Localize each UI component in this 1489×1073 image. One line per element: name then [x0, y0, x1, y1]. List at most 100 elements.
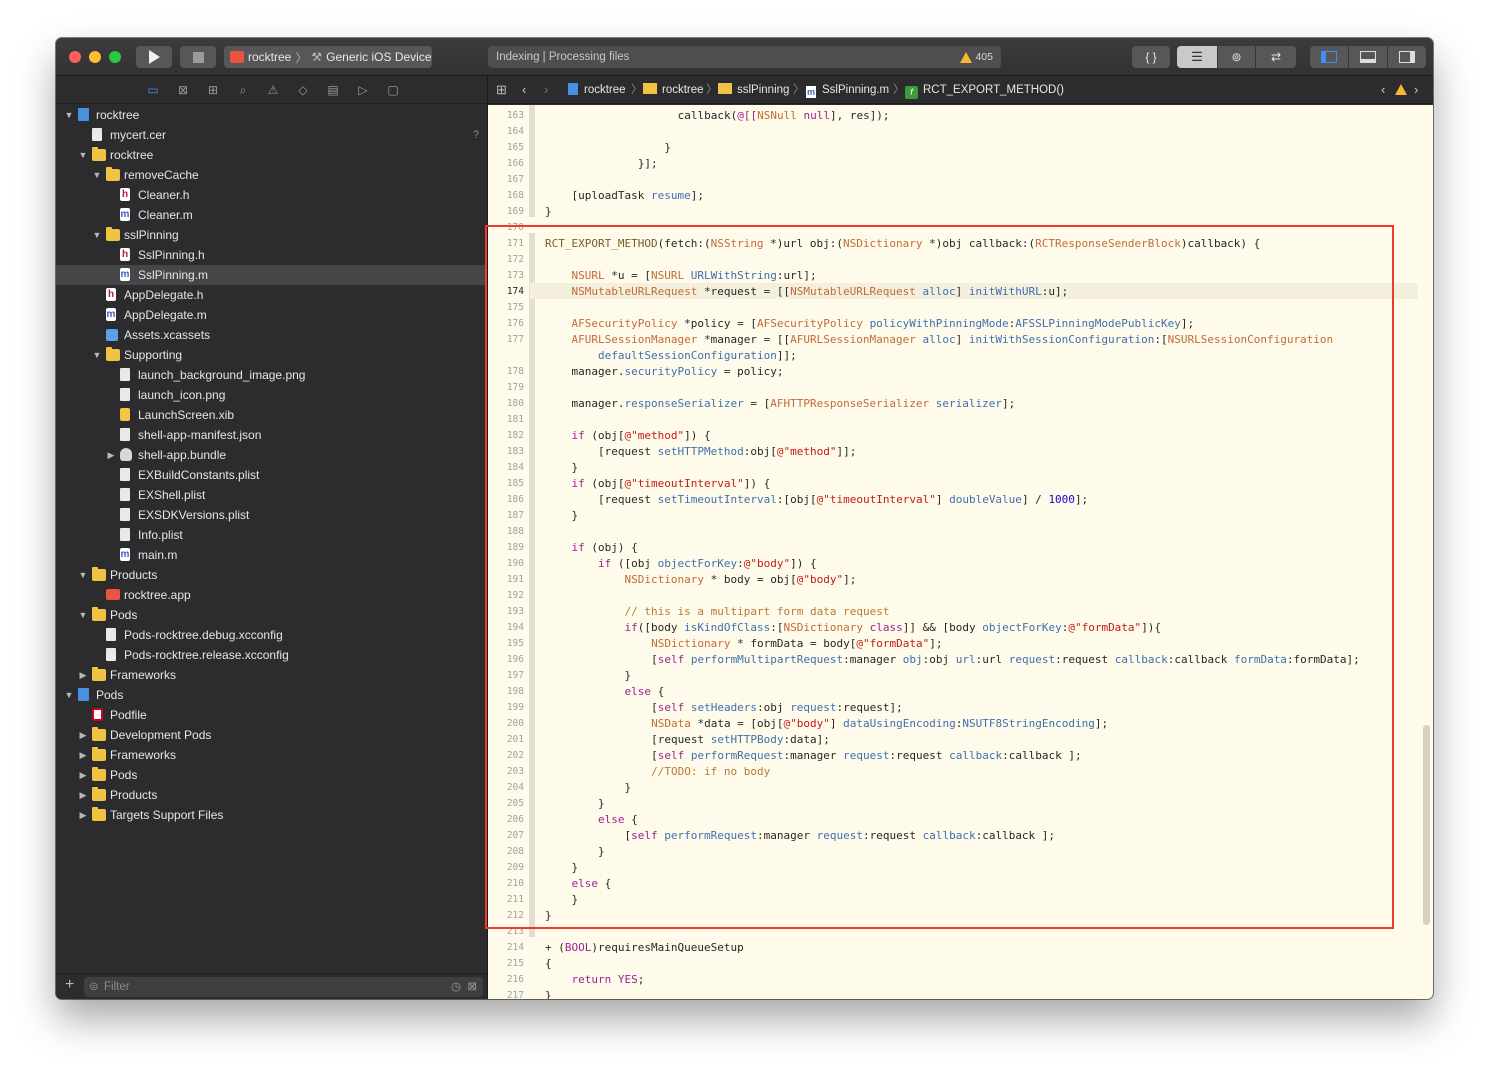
report-icon[interactable]: ▢	[386, 83, 400, 97]
warning-indicator[interactable]: 405	[960, 51, 993, 63]
code-line[interactable]: }	[545, 845, 605, 858]
warning-icon[interactable]	[1395, 84, 1407, 95]
vertical-scrollbar[interactable]	[1423, 725, 1430, 925]
close-window-button[interactable]	[69, 51, 81, 63]
recent-files-icon[interactable]: ◷	[451, 977, 461, 997]
disclosure-open-icon[interactable]: ▼	[78, 565, 88, 585]
run-button[interactable]	[136, 46, 172, 68]
code-line[interactable]: NSDictionary * formData = body[@"formDat…	[545, 637, 942, 650]
toggle-inspector-button[interactable]	[1388, 46, 1426, 68]
navigator-item[interactable]: ▶ Frameworks	[56, 745, 487, 765]
code-line[interactable]: NSMutableURLRequest *request = [[NSMutab…	[545, 285, 1069, 298]
code-line[interactable]: }	[545, 509, 579, 522]
navigator-item[interactable]: launch_background_image.png	[56, 365, 487, 385]
disclosure-closed-icon[interactable]: ▶	[78, 745, 88, 765]
code-line[interactable]: [self performRequest:manager request:req…	[545, 749, 1082, 762]
navigator-item[interactable]: ▼ sslPinning	[56, 225, 487, 245]
navigator-item[interactable]: Pods-rocktree.release.xcconfig	[56, 645, 487, 665]
disclosure-closed-icon[interactable]: ▶	[78, 765, 88, 785]
source-control-filter-icon[interactable]: ⊠	[467, 977, 477, 997]
code-line[interactable]: AFSecurityPolicy *policy = [AFSecurityPo…	[545, 317, 1195, 330]
code-line[interactable]: }	[545, 893, 579, 906]
related-items-icon[interactable]: ⊞	[496, 76, 507, 104]
code-line[interactable]: manager.securityPolicy = policy;	[545, 365, 784, 378]
navigator-item[interactable]: Info.plist	[56, 525, 487, 545]
navigator-item[interactable]: ▶ Products	[56, 785, 487, 805]
disclosure-open-icon[interactable]: ▼	[64, 685, 74, 705]
code-line[interactable]: }];	[545, 157, 658, 170]
stop-button[interactable]	[180, 46, 216, 68]
code-line[interactable]: else {	[545, 685, 665, 698]
code-line[interactable]: }	[545, 141, 671, 154]
symbol-icon[interactable]: ⊞	[206, 83, 220, 97]
navigator-item[interactable]: ▼ Products	[56, 565, 487, 585]
disclosure-open-icon[interactable]: ▼	[92, 345, 102, 365]
code-line[interactable]: if([body isKindOfClass:[NSDictionary cla…	[545, 621, 1162, 634]
disclosure-closed-icon[interactable]: ▶	[106, 445, 116, 465]
navigator-item[interactable]: ▼ Pods	[56, 685, 487, 705]
code-line[interactable]: RCT_EXPORT_METHOD(fetch:(NSString *)url …	[545, 237, 1260, 250]
navigator-item[interactable]: EXBuildConstants.plist	[56, 465, 487, 485]
code-line[interactable]: }	[545, 461, 579, 474]
previous-issue-icon[interactable]: ‹	[1381, 76, 1385, 104]
code-fold-ribbon[interactable]	[529, 233, 535, 937]
breadcrumb-group-rocktree[interactable]: rocktree	[643, 76, 704, 104]
code-line[interactable]: if ([obj objectForKey:@"body"]) {	[545, 557, 817, 570]
folder-icon[interactable]: ▭	[146, 83, 160, 97]
forward-arrow-icon[interactable]: ›	[544, 76, 548, 104]
code-line[interactable]: [self performRequest:manager request:req…	[545, 829, 1056, 842]
code-line[interactable]: [self setHeaders:obj request:request];	[545, 701, 903, 714]
navigator-item[interactable]: ▼ removeCache	[56, 165, 487, 185]
navigator-item[interactable]: ▶ shell-app.bundle	[56, 445, 487, 465]
debug-icon[interactable]: ▤	[326, 83, 340, 97]
issue-icon[interactable]: ⚠	[266, 83, 280, 97]
navigator-item[interactable]: EXShell.plist	[56, 485, 487, 505]
code-line[interactable]: NSURL *u = [NSURL URLWithString:url];	[545, 269, 817, 282]
code-line[interactable]: + (BOOL)requiresMainQueueSetup	[545, 941, 744, 954]
code-line[interactable]: else {	[545, 877, 612, 890]
navigator-item[interactable]: LaunchScreen.xib	[56, 405, 487, 425]
code-line[interactable]: if (obj) {	[545, 541, 638, 554]
disclosure-closed-icon[interactable]: ▶	[78, 725, 88, 745]
disclosure-closed-icon[interactable]: ▶	[78, 665, 88, 685]
code-line[interactable]: defaultSessionConfiguration]];	[545, 349, 797, 362]
breadcrumb-file[interactable]: m SslPinning.m	[806, 76, 889, 104]
add-icon[interactable]: +	[65, 976, 74, 994]
navigator-item[interactable]: Podfile	[56, 705, 487, 725]
code-line[interactable]: [request setHTTPMethod:obj[@"method"]];	[545, 445, 856, 458]
navigator-item[interactable]: m main.m	[56, 545, 487, 565]
navigator-item[interactable]: Assets.xcassets	[56, 325, 487, 345]
navigator-item[interactable]: mycert.cer?	[56, 125, 487, 145]
code-line[interactable]: [request setTimeoutInterval:[obj[@"timeo…	[545, 493, 1088, 506]
navigator-item[interactable]: EXSDKVersions.plist	[56, 505, 487, 525]
next-issue-icon[interactable]: ›	[1414, 76, 1418, 104]
code-line[interactable]: if (obj[@"timeoutInterval"]) {	[545, 477, 771, 490]
code-line[interactable]: [uploadTask resume];	[545, 189, 704, 202]
code-line[interactable]: }	[545, 205, 552, 218]
code-line[interactable]: else {	[545, 813, 638, 826]
navigator-item[interactable]: ▼ Supporting	[56, 345, 487, 365]
navigator-item[interactable]: shell-app-manifest.json	[56, 425, 487, 445]
disclosure-open-icon[interactable]: ▼	[78, 605, 88, 625]
toggle-navigator-button[interactable]	[1310, 46, 1348, 68]
code-line[interactable]: [request setHTTPBody:data];	[545, 733, 830, 746]
zoom-window-button[interactable]	[109, 51, 121, 63]
code-line[interactable]: }	[545, 861, 579, 874]
breadcrumb-group-sslpinning[interactable]: sslPinning	[718, 76, 789, 104]
code-line[interactable]: AFURLSessionManager *manager = [[AFURLSe…	[545, 333, 1334, 346]
code-line[interactable]: NSDictionary * body = obj[@"body"];	[545, 573, 857, 586]
code-line[interactable]: return YES;	[545, 973, 645, 986]
activity-viewer[interactable]: Indexing | Processing files 405	[488, 46, 1001, 68]
navigator-item[interactable]: ▼ rocktree	[56, 105, 487, 125]
search-icon[interactable]: ⌕	[236, 83, 250, 97]
code-line[interactable]: //TODO: if no body	[545, 765, 770, 778]
navigator-item[interactable]: h SslPinning.h	[56, 245, 487, 265]
source-control-icon[interactable]: ⊠	[176, 83, 190, 97]
library-button[interactable]: { }	[1132, 46, 1170, 68]
disclosure-open-icon[interactable]: ▼	[92, 225, 102, 245]
disclosure-open-icon[interactable]: ▼	[92, 165, 102, 185]
standard-editor-button[interactable]: ☰	[1177, 46, 1217, 68]
code-line[interactable]: callback(@[[NSNull null], res]);	[545, 109, 890, 122]
disclosure-open-icon[interactable]: ▼	[64, 105, 74, 125]
navigator-item[interactable]: h Cleaner.h	[56, 185, 487, 205]
